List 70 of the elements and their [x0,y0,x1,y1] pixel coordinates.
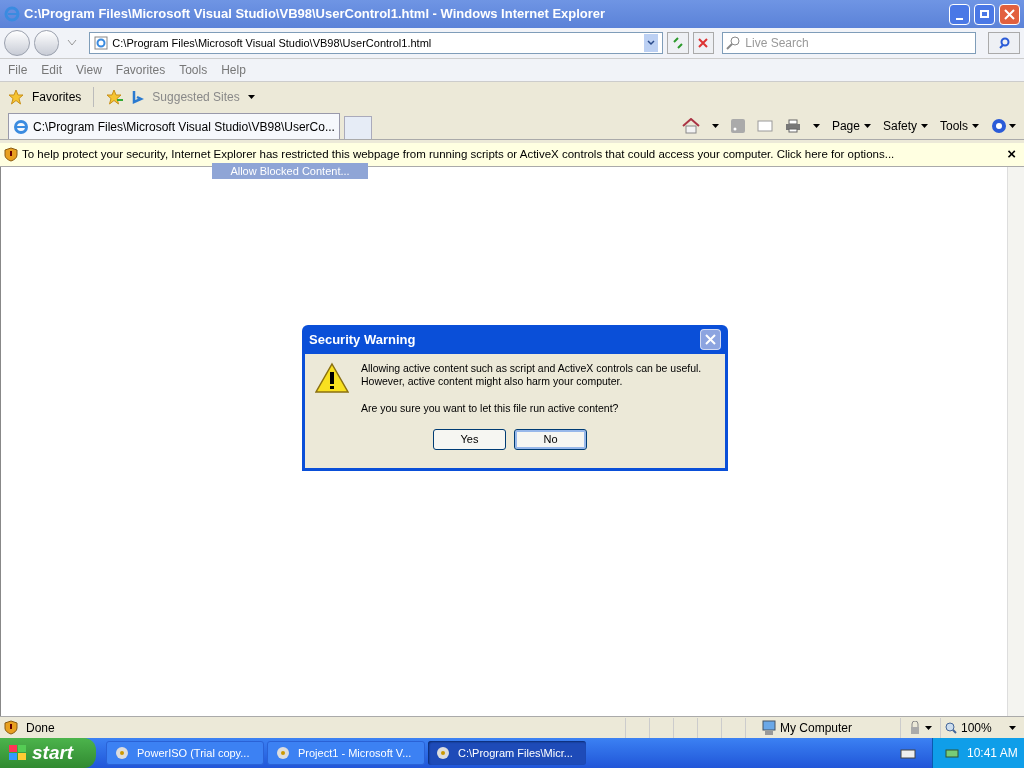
dialog-title: Security Warning [309,330,417,349]
ie-logo-icon [13,118,29,135]
browser-tab[interactable]: C:\Program Files\Microsoft Visual Studio\VB98\UserCo... [8,113,340,139]
caret-icon [646,40,655,46]
caret-icon [921,124,928,128]
close-icon [1004,8,1015,20]
magnifier-icon [945,721,957,734]
help-icon [991,118,1007,134]
page-icon [94,36,109,50]
close-button[interactable] [999,3,1020,25]
star-icon [8,89,24,105]
menu-item[interactable]: File [8,61,28,79]
forward-button[interactable] [33,30,60,56]
windows-flag-icon [8,744,28,762]
caret-icon[interactable] [247,95,255,99]
vertical-scrollbar[interactable] [1007,167,1024,716]
command-menu-button[interactable]: Page [831,117,871,135]
b-logo-icon [132,90,145,104]
search-icon [998,37,1011,49]
caret-icon[interactable] [1009,725,1016,730]
shield-icon [4,720,18,735]
taskbar-button[interactable]: Project1 - Microsoft V... [267,741,425,765]
caret-icon [972,124,979,128]
dialog-message: Allowing active content such as script and ActiveX controls can be useful. However, active content might also harm your computer. [361,362,703,388]
search-button[interactable] [988,32,1020,54]
stop-button[interactable] [692,32,715,54]
restore-button[interactable] [974,3,995,25]
command-menu-button[interactable]: Safety [882,117,928,135]
caret-icon[interactable] [711,124,719,128]
ie-logo-icon [4,6,20,22]
menu-item[interactable]: Help [221,61,246,79]
warning-icon [315,362,349,394]
taskbar-button[interactable]: C:\Program Files\Micr... [428,741,586,765]
back-button[interactable] [4,30,30,56]
shield-icon [4,147,18,162]
close-icon [705,334,716,345]
taskbar-button[interactable]: PowerISO (Trial copy... [106,741,264,765]
menu-item[interactable]: View [76,61,102,79]
dropdown-button[interactable] [643,34,658,52]
dialog-button[interactable]: No [514,428,587,450]
close-button[interactable] [700,329,721,350]
caret-icon [863,124,871,128]
refresh-button[interactable] [666,32,689,54]
help-button[interactable] [991,118,1016,134]
x-icon [698,38,709,48]
favorites-button[interactable]: Favorites [32,88,82,106]
minimize-button[interactable] [949,3,970,25]
security-info-bar-message[interactable]: To help protect your security, Internet Explorer has restricted this webpage from running scripts or ActiveX controls that could access your computer. Click here for options... [22,145,1000,164]
menu-item[interactable]: Favorites [115,61,166,79]
home-icon[interactable] [681,118,700,134]
command-menu-button[interactable]: Tools [940,117,979,135]
address-field[interactable]: C:\Program Files\Microsoft Visual Studio\VB98\UserControl1.html [89,32,663,54]
caret-icon[interactable] [812,124,820,128]
clock: 10:41 AM [967,745,1018,762]
status-text: Done [26,719,56,737]
window-title: C:\Program Files\Microsoft Visual Studio\VB98\UserControl1.html - Windows Internet Explorer [24,5,607,24]
caret-icon [1009,124,1016,128]
search-icon [726,36,741,50]
security-zone: My Computer [780,719,853,737]
menu-item[interactable]: Tools [179,61,208,79]
add-favorite-icon[interactable] [106,89,125,105]
dialog-question: Are you sure you want to let this file run active content? [361,401,620,416]
close-button[interactable]: × [1003,143,1020,166]
print-icon[interactable] [784,119,801,133]
computer-icon [762,719,776,736]
caret-icon[interactable] [925,725,932,730]
search-field[interactable]: Live Search [722,32,977,54]
dialog-button[interactable]: Yes [433,428,506,450]
zoom-level-button[interactable]: 100% [961,718,992,737]
menu-item[interactable]: Edit [41,61,63,79]
